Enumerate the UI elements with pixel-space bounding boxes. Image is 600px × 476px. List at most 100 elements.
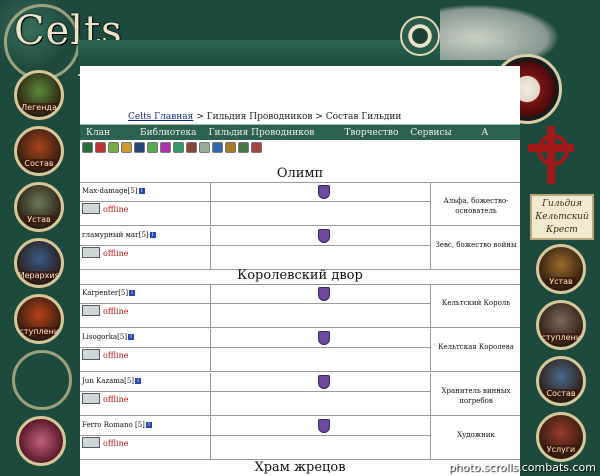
clan-badge-icon[interactable] <box>199 142 210 153</box>
status-text: offline <box>103 351 129 360</box>
member-name[interactable]: Max-damage[5] i <box>82 187 145 195</box>
private-message-icon[interactable] <box>82 437 100 448</box>
row-divider <box>80 391 430 392</box>
clan-badge-icon[interactable] <box>134 142 145 153</box>
nav-item-library[interactable]: Библиотека <box>134 128 202 138</box>
table-row: гламурный маг[5] i offline Зевс, божество в… <box>80 227 520 269</box>
nav-item-creativity[interactable]: Творчество <box>338 128 404 138</box>
private-message-icon[interactable] <box>82 203 100 214</box>
member-level: [5] <box>135 421 145 429</box>
info-icon[interactable]: i <box>129 290 136 296</box>
info-icon[interactable]: i <box>135 378 142 384</box>
member-cell: Jun Kazama[5] i offline <box>80 373 211 415</box>
clan-badge-icon[interactable] <box>225 142 236 153</box>
row-divider <box>80 303 430 304</box>
member-name[interactable]: Jun Kazama[5] i <box>82 377 142 385</box>
member-name-text[interactable]: Max-damage <box>82 187 128 195</box>
right-menu-1[interactable]: Вступление <box>536 300 586 350</box>
member-cell: гламурный маг[5] i offline <box>80 227 211 269</box>
clan-badge-icon[interactable] <box>147 142 158 153</box>
member-cell: Lisogorka[5] i offline <box>80 329 211 371</box>
celtic-cross-icon <box>528 126 574 184</box>
right-menu-label: Вступление <box>539 333 583 342</box>
member-name-text[interactable]: гламурный маг <box>82 231 139 239</box>
breadcrumb-current: Состав Гильдии <box>325 112 402 122</box>
clan-badge-icon[interactable] <box>160 142 171 153</box>
row-border <box>80 327 520 328</box>
clan-badge-icon[interactable] <box>108 142 119 153</box>
clan-badge-icon[interactable] <box>186 142 197 153</box>
guild-shield-icon <box>318 375 330 389</box>
member-name[interactable]: гламурный маг[5] i <box>82 231 156 239</box>
left-menu-4[interactable]: Вступление <box>14 294 64 344</box>
section-title: Олимп <box>80 166 520 183</box>
left-menu-3[interactable]: Иерархия <box>14 238 64 288</box>
role-cell: Художник <box>432 417 520 459</box>
member-role: Кельтская Королева <box>438 343 514 351</box>
private-message-icon[interactable] <box>82 393 100 404</box>
private-message-icon[interactable] <box>82 349 100 360</box>
role-cell: Кельтский Король <box>432 285 520 327</box>
nav-item-a[interactable]: A <box>476 128 495 138</box>
nav-item-guild[interactable]: Гильдия Проводников <box>203 128 321 138</box>
bottom-emblem[interactable] <box>16 416 66 466</box>
member-name-text[interactable]: Lisogorka <box>82 333 117 341</box>
status-text: offline <box>103 439 129 448</box>
rank-cell <box>212 285 431 327</box>
breadcrumb-separator: > <box>193 112 207 122</box>
table-row: Jun Kazama[5] i offline Хранитель винных по… <box>80 373 520 415</box>
row-border <box>80 371 520 372</box>
info-icon[interactable]: i <box>149 232 156 238</box>
clan-badge-icon[interactable] <box>95 142 106 153</box>
rank-cell <box>212 227 431 269</box>
breadcrumb-guild: Гильдия Проводников <box>206 112 313 122</box>
status-text: offline <box>103 395 129 404</box>
clan-badge-icon[interactable] <box>251 142 262 153</box>
private-message-icon[interactable] <box>82 305 100 316</box>
breadcrumb: Celts Главная > Гильдия Проводников > Со… <box>128 112 401 122</box>
private-message-icon[interactable] <box>82 247 100 258</box>
clan-badge-icon[interactable] <box>82 142 93 153</box>
nav-item-clan[interactable]: Клан <box>80 128 116 138</box>
left-menu-0[interactable]: Легенда <box>14 70 64 120</box>
info-icon[interactable]: i <box>145 422 152 428</box>
right-menu-2[interactable]: Состав <box>536 356 586 406</box>
clan-badge-icon[interactable] <box>121 142 132 153</box>
clan-badge-icon[interactable] <box>212 142 223 153</box>
member-name[interactable]: Lisogorka[5] i <box>82 333 135 341</box>
member-name[interactable]: Ferro Romano [5] i <box>82 421 152 429</box>
breadcrumb-separator: > <box>312 112 326 122</box>
rank-cell <box>212 373 431 415</box>
clan-icon-strip <box>82 142 262 153</box>
member-name-text[interactable]: Karpenter <box>82 289 118 297</box>
info-icon[interactable]: i <box>138 188 145 194</box>
right-menu-3[interactable]: Услуги <box>536 412 586 462</box>
row-divider <box>80 435 430 436</box>
guild-shield-icon <box>318 185 330 199</box>
nav-item-services[interactable]: Сервисы <box>404 128 457 138</box>
info-icon[interactable]: i <box>128 334 135 340</box>
section-title: Королевский двор <box>80 268 520 285</box>
member-level: [5] <box>124 377 135 385</box>
member-cell: Ferro Romano [5] i offline <box>80 417 211 459</box>
member-name[interactable]: Karpenter[5] i <box>82 289 136 297</box>
member-level: [5] <box>138 231 149 239</box>
member-role: Альфа, божество-основатель <box>443 197 509 215</box>
breadcrumb-home-link[interactable]: Celts Главная <box>128 112 193 122</box>
member-role: Кельтский Король <box>441 299 511 307</box>
knot-ornament <box>12 350 72 410</box>
member-level: [5] <box>118 289 129 297</box>
role-cell: Альфа, божество-основатель <box>432 183 520 225</box>
clan-badge-icon[interactable] <box>173 142 184 153</box>
left-menu-2[interactable]: Устав <box>14 182 64 232</box>
watermark: photo.scrolls.combats.com <box>448 461 596 474</box>
right-menu-0[interactable]: Устав <box>536 244 586 294</box>
status-text: offline <box>103 307 129 316</box>
table-row: Ferro Romano [5] i offline Художник <box>80 417 520 459</box>
clan-badge-icon[interactable] <box>238 142 249 153</box>
left-menu-1[interactable]: Состав <box>14 126 64 176</box>
member-level: [5] <box>117 333 128 341</box>
member-name-text[interactable]: Ferro Romano <box>82 421 135 429</box>
member-role: Художник <box>457 431 495 439</box>
member-name-text[interactable]: Jun Kazama <box>82 377 124 385</box>
